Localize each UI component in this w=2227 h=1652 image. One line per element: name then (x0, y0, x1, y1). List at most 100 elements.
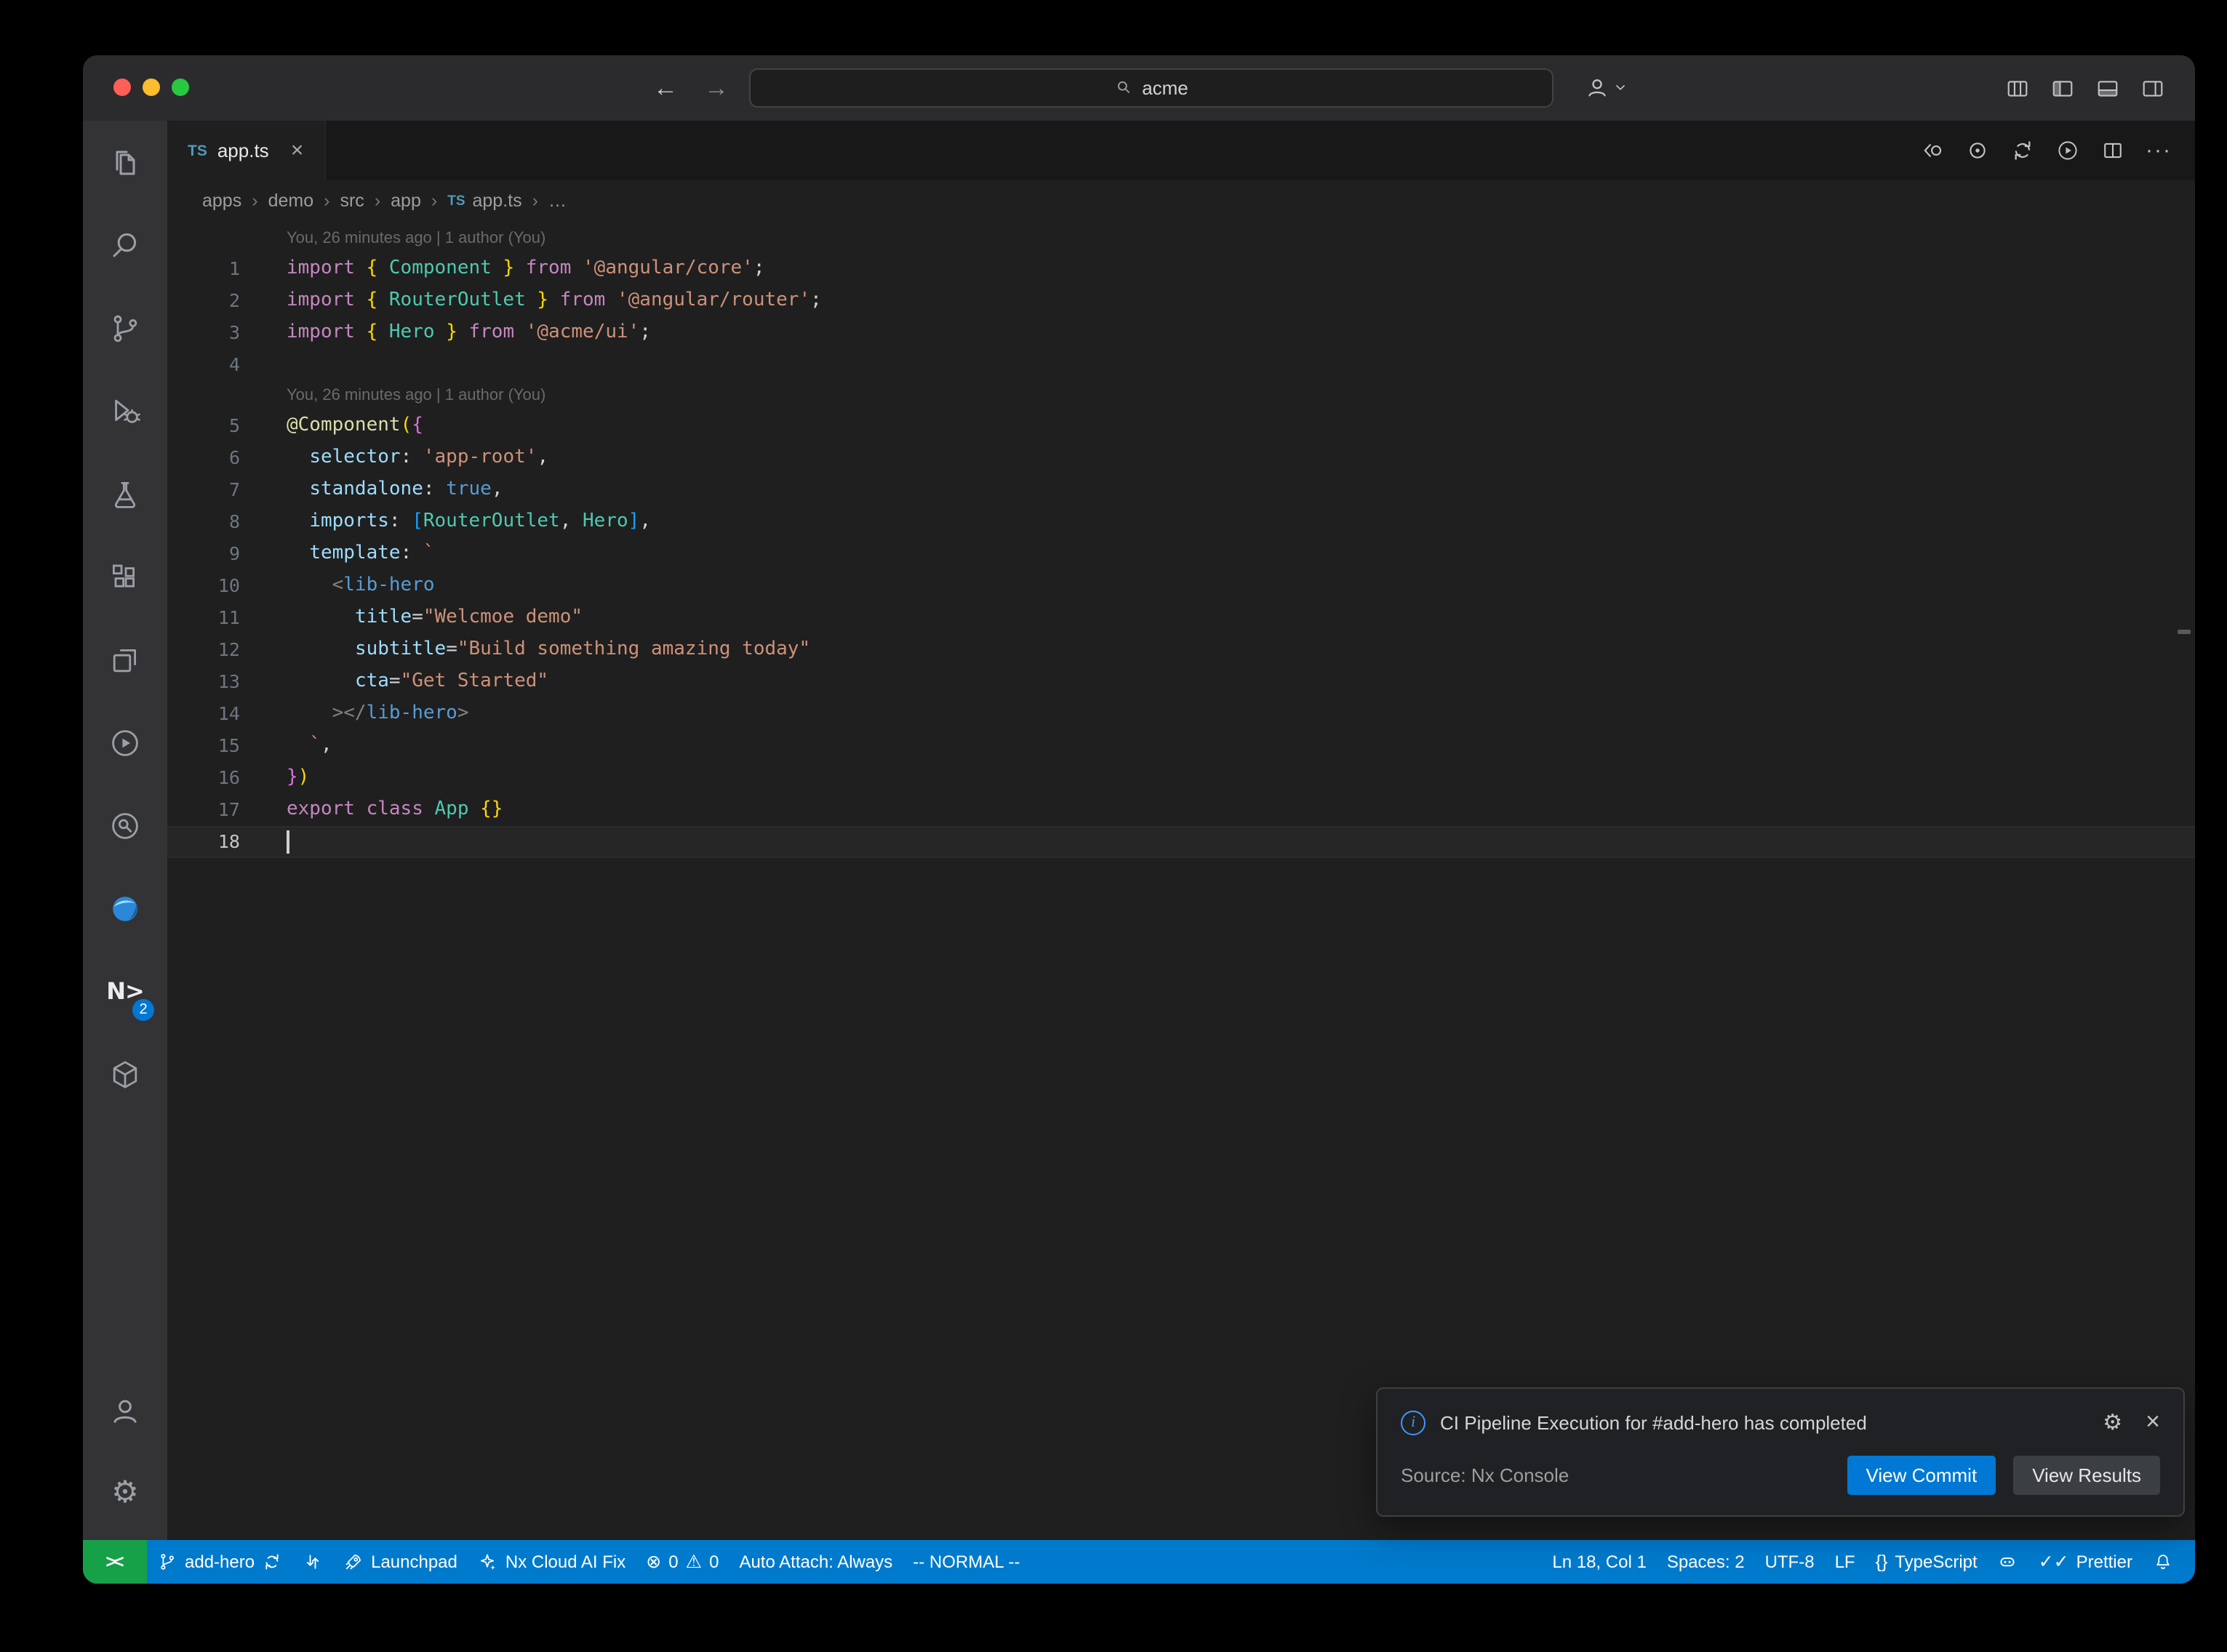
notification-toast: i CI Pipeline Execution for #add-hero ha… (1376, 1387, 2185, 1517)
vscode-window: ← → acme N>2 ⚙ TS app.ts (83, 55, 2195, 1584)
command-center-search[interactable]: acme (749, 68, 1554, 108)
close-tab-button[interactable]: × (291, 138, 304, 163)
code-line[interactable]: 8 imports: [RouterOutlet, Hero], (167, 506, 2195, 538)
breadcrumb-label: src (340, 191, 364, 211)
code-line[interactable]: 12 subtitle="Build something amazing tod… (167, 634, 2195, 666)
activity-search[interactable] (83, 204, 167, 286)
notification-close-icon[interactable]: × (2146, 1408, 2160, 1437)
code-line[interactable]: 11 title="Welcmoe demo" (167, 602, 2195, 634)
breadcrumb-label: … (548, 191, 567, 211)
indentation-item[interactable]: Spaces: 2 (1657, 1540, 1755, 1584)
breadcrumb-item[interactable]: app (391, 191, 421, 211)
breadcrumb-item[interactable]: … (548, 191, 567, 211)
eol-item[interactable]: LF (1825, 1540, 1866, 1584)
code-text: imports: [RouterOutlet, Hero], (287, 506, 651, 538)
code-line[interactable]: 15 `, (167, 730, 2195, 762)
minimize-window-button[interactable] (143, 79, 160, 96)
remote-indicator[interactable]: >< (83, 1540, 147, 1584)
breadcrumb-item[interactable]: TSapp.ts (447, 191, 521, 211)
zoom-window-button[interactable] (172, 79, 189, 96)
line-number: 2 (167, 285, 240, 317)
notification-settings-icon[interactable]: ⚙ (2103, 1409, 2122, 1435)
split-editor-button[interactable] (2100, 138, 2125, 163)
sync-file-button[interactable] (2010, 138, 2035, 163)
activity-extensions[interactable] (83, 535, 167, 618)
more-actions-button[interactable]: ··· (2146, 137, 2172, 164)
code-text: ></lib-hero> (287, 698, 469, 730)
compare-target-button[interactable] (1965, 138, 1990, 163)
activity-run-debug[interactable] (83, 369, 167, 452)
history-forward-button[interactable]: → (704, 55, 729, 121)
code-line[interactable]: 4 (167, 349, 2195, 381)
code-editor[interactable]: You, 26 minutes ago | 1 author (You)1imp… (167, 221, 2195, 1540)
activity-account[interactable] (83, 1368, 167, 1451)
activity-edge-tools[interactable] (83, 867, 167, 950)
view-results-button[interactable]: View Results (2013, 1456, 2160, 1495)
activity-nx-console[interactable]: N>2 (83, 950, 167, 1032)
status-bar: ><add-hero LaunchpadNx Cloud AI Fix⊗0⚠0Au… (83, 1540, 2195, 1584)
toggle-panel-left-button[interactable] (2050, 75, 2076, 101)
launchpad-item[interactable]: Launchpad (333, 1540, 468, 1584)
git-branch-item[interactable]: add-hero (147, 1540, 292, 1584)
breadcrumb-separator: › (532, 191, 538, 211)
language-item[interactable]: {}TypeScript (1866, 1540, 1988, 1584)
notifications-item[interactable] (2143, 1540, 2183, 1584)
activity-source-control[interactable] (83, 286, 167, 369)
cursor-position-item[interactable]: Ln 18, Col 1 (1542, 1540, 1656, 1584)
vim-mode-item[interactable]: -- NORMAL -- (903, 1540, 1030, 1584)
code-line[interactable]: 6 selector: 'app-root', (167, 442, 2195, 474)
toggle-panel-right-button[interactable] (2140, 75, 2166, 101)
activity-containers[interactable] (83, 1032, 167, 1115)
more-actions-icon: ··· (2146, 137, 2172, 162)
code-text: import { Component } from '@angular/core… (287, 253, 765, 285)
code-line[interactable]: 14 ></lib-hero> (167, 698, 2195, 730)
toggle-panel-bottom-icon (2095, 75, 2121, 101)
code-line[interactable]: 13 cta="Get Started" (167, 666, 2195, 698)
profile-button[interactable] (1584, 74, 1628, 100)
toggle-panel-bottom-button[interactable] (2095, 75, 2121, 101)
breadcrumb-item[interactable]: apps (202, 191, 241, 211)
tab-app-ts[interactable]: TS app.ts × (167, 121, 325, 180)
close-window-button[interactable] (113, 79, 131, 96)
line-number: 16 (167, 762, 240, 794)
activity-task-runner[interactable] (83, 701, 167, 784)
code-line[interactable]: 2import { RouterOutlet } from '@angular/… (167, 285, 2195, 317)
breadcrumb-separator: › (324, 191, 329, 211)
auto-attach-item[interactable]: Auto Attach: Always (729, 1540, 903, 1584)
breadcrumb-label: apps (202, 191, 241, 211)
activity-remote-windows[interactable] (83, 618, 167, 701)
code-line[interactable]: 1import { Component } from '@angular/cor… (167, 253, 2195, 285)
activity-explorer[interactable] (83, 121, 167, 204)
tab-bar: TS app.ts × ··· (167, 121, 2195, 180)
code-line[interactable]: 9 template: ` (167, 538, 2195, 570)
customize-layout-button[interactable] (2004, 75, 2031, 101)
account-icon (108, 1392, 143, 1427)
activity-settings[interactable]: ⚙ (83, 1451, 167, 1534)
breadcrumb-item[interactable]: demo (268, 191, 314, 211)
double-check-icon: ✓✓ (2039, 1553, 2069, 1571)
prettier-item[interactable]: ✓✓Prettier (2028, 1540, 2143, 1584)
code-line[interactable]: 18 (167, 826, 2195, 858)
compare-item[interactable] (292, 1540, 333, 1584)
encoding-item[interactable]: UTF-8 (1755, 1540, 1825, 1584)
nx-cloud-item[interactable]: Nx Cloud AI Fix (468, 1540, 636, 1584)
code-line[interactable]: 3import { Hero } from '@acme/ui'; (167, 317, 2195, 349)
code-line[interactable]: 5@Component({ (167, 410, 2195, 442)
code-text: selector: 'app-root', (287, 442, 548, 474)
code-line[interactable]: 16}) (167, 762, 2195, 794)
code-line[interactable]: 7 standalone: true, (167, 474, 2195, 506)
problems-item[interactable]: ⊗0⚠0 (636, 1540, 729, 1584)
run-file-icon (2055, 138, 2080, 163)
view-commit-button[interactable]: View Commit (1847, 1456, 1996, 1495)
breadcrumb: apps›demo›src›app›TSapp.ts›… (167, 180, 2195, 221)
code-inspect-icon (108, 808, 143, 843)
history-back-button[interactable]: ← (653, 55, 678, 121)
code-line[interactable]: 10 <lib-hero (167, 570, 2195, 602)
run-file-button[interactable] (2055, 138, 2080, 163)
activity-testing[interactable] (83, 452, 167, 535)
copilot-item[interactable] (1988, 1540, 2028, 1584)
breadcrumb-item[interactable]: src (340, 191, 364, 211)
open-changes-button[interactable] (1920, 138, 1945, 163)
activity-code-inspect[interactable] (83, 784, 167, 867)
code-line[interactable]: 17export class App {} (167, 794, 2195, 826)
